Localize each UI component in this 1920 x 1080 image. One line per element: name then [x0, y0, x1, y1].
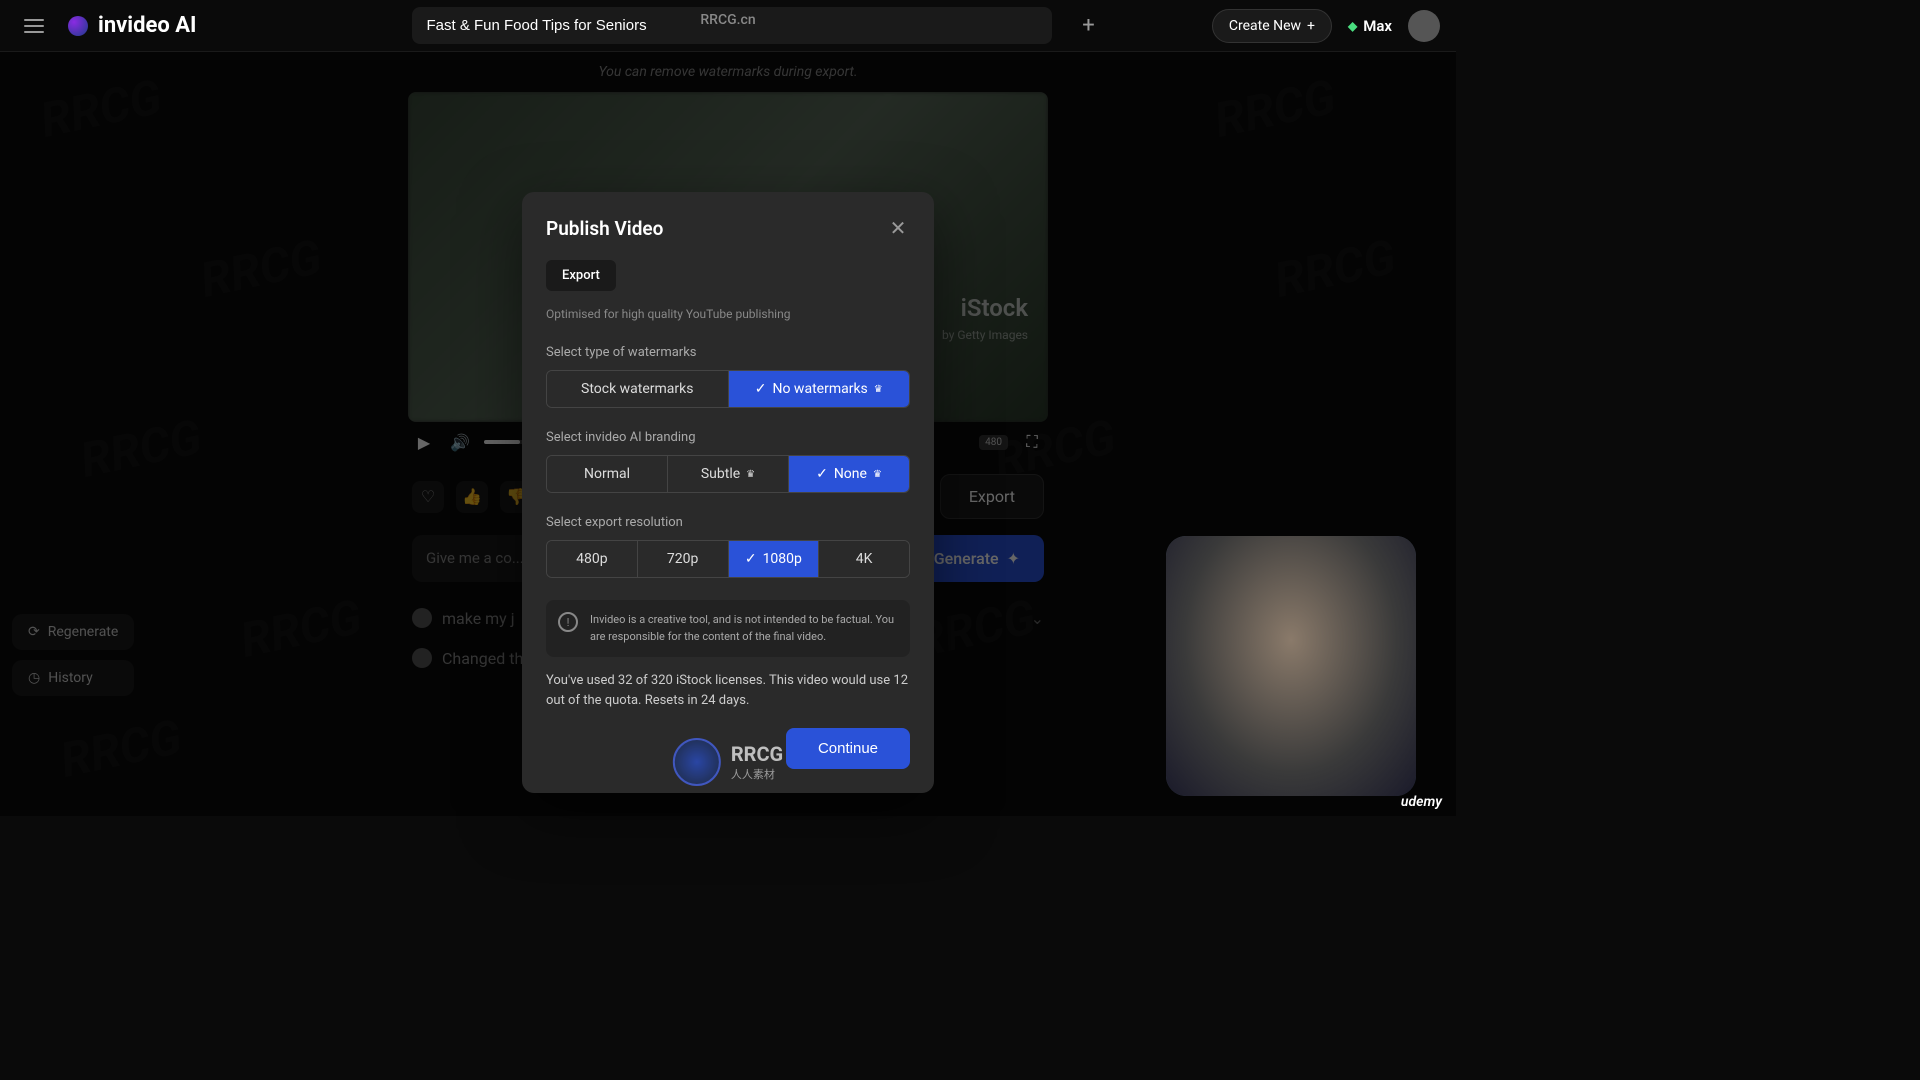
- resolution-4k-option[interactable]: 4K: [819, 541, 909, 577]
- plus-icon: +: [1307, 18, 1315, 34]
- watermark-stock-option[interactable]: Stock watermarks: [547, 371, 729, 407]
- create-new-button[interactable]: Create New +: [1212, 9, 1332, 43]
- add-icon[interactable]: +: [1072, 10, 1104, 42]
- header: invideo AI + RRCG.cn Create New + Max: [0, 0, 1456, 52]
- close-icon[interactable]: ✕: [886, 216, 910, 240]
- branding-segmented: Normal Subtle ♛ ✓ None ♛: [546, 455, 910, 493]
- info-text: Invideo is a creative tool, and is not i…: [590, 612, 898, 645]
- watermark-none-option[interactable]: ✓ No watermarks ♛: [729, 371, 910, 407]
- watermark-label: Select type of watermarks: [546, 345, 910, 360]
- brand-logo[interactable]: invideo AI: [68, 13, 196, 38]
- hamburger-menu-icon[interactable]: [16, 11, 52, 41]
- resolution-480-option[interactable]: 480p: [547, 541, 638, 577]
- modal-tabs: Export: [546, 260, 910, 291]
- tab-export[interactable]: Export: [546, 260, 616, 291]
- tab-hint: Optimised for high quality YouTube publi…: [546, 307, 910, 321]
- resolution-1080-option[interactable]: ✓ 1080p: [729, 541, 820, 577]
- quota-text: You've used 32 of 320 iStock licenses. T…: [546, 671, 910, 710]
- resolution-segmented: 480p 720p ✓ 1080p 4K: [546, 540, 910, 578]
- rrcg-logo-text: RRCG: [731, 742, 783, 766]
- info-box: ! Invideo is a creative tool, and is not…: [546, 600, 910, 657]
- info-icon: !: [558, 612, 578, 632]
- resolution-label: Select export resolution: [546, 515, 910, 530]
- resolution-720-option[interactable]: 720p: [638, 541, 729, 577]
- rrcg-logo-icon: [673, 738, 721, 786]
- logo-icon: [68, 16, 88, 36]
- top-url-watermark: RRCG.cn: [700, 12, 755, 28]
- branding-label: Select invideo AI branding: [546, 430, 910, 445]
- branding-subtle-option[interactable]: Subtle ♛: [668, 456, 789, 492]
- rrcg-logo-subtext: 人人素材: [731, 766, 783, 782]
- crown-icon: ♛: [873, 469, 882, 480]
- watermark-segmented: Stock watermarks ✓ No watermarks ♛: [546, 370, 910, 408]
- bottom-watermark-logo: RRCG 人人素材: [673, 738, 783, 786]
- publish-video-modal: Publish Video ✕ Export Optimised for hig…: [522, 192, 934, 793]
- check-icon: ✓: [755, 381, 767, 397]
- webcam-overlay: [1166, 536, 1416, 796]
- check-icon: ✓: [816, 466, 828, 482]
- user-avatar[interactable]: [1408, 10, 1440, 42]
- branding-none-option[interactable]: ✓ None ♛: [789, 456, 909, 492]
- udemy-watermark: udemy: [1401, 794, 1442, 810]
- crown-icon: ♛: [746, 469, 755, 480]
- plan-badge[interactable]: Max: [1348, 17, 1392, 35]
- crown-icon: ♛: [874, 384, 883, 395]
- continue-button[interactable]: Continue: [786, 728, 910, 769]
- check-icon: ✓: [745, 551, 757, 567]
- modal-title: Publish Video: [546, 217, 663, 240]
- brand-name: invideo AI: [98, 13, 196, 38]
- branding-normal-option[interactable]: Normal: [547, 456, 668, 492]
- main: You can remove watermarks during export.…: [0, 52, 1456, 816]
